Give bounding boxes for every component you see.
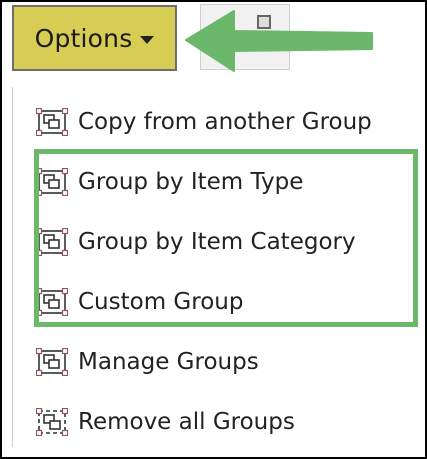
caret-down-icon xyxy=(140,35,155,44)
screenshot-frame: Options Copy from another Group Group by… xyxy=(0,0,427,459)
menu-left-divider xyxy=(12,87,13,447)
ungroup-frame-icon xyxy=(36,408,68,436)
menu-item-label: Remove all Groups xyxy=(78,409,295,435)
menu-item-label: Copy from another Group xyxy=(78,109,372,135)
group-frame-icon xyxy=(36,348,68,376)
group-frame-icon xyxy=(36,108,68,136)
options-button[interactable]: Options xyxy=(12,5,177,71)
options-button-label: Options xyxy=(34,23,133,53)
menu-item-label: Manage Groups xyxy=(78,349,259,375)
menu-item-manage-groups[interactable]: Manage Groups xyxy=(36,342,259,382)
toolbar: Options xyxy=(2,2,425,78)
annotation-arrow-icon xyxy=(185,10,373,72)
menu-item-remove-all-groups[interactable]: Remove all Groups xyxy=(36,402,295,442)
menu-item-copy-from-another-group[interactable]: Copy from another Group xyxy=(36,102,372,142)
annotation-highlight-box xyxy=(34,149,418,327)
